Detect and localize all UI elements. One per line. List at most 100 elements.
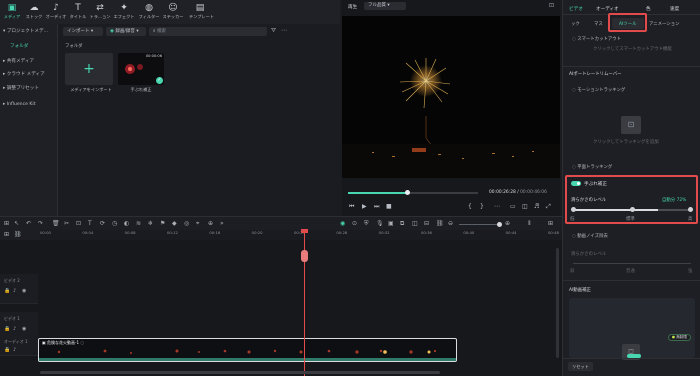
playhead-cap[interactable] [301, 229, 309, 233]
import-media-tile[interactable]: + [65, 53, 113, 85]
more-icon[interactable]: ⋯ [281, 27, 287, 34]
zoom-knob[interactable] [497, 222, 502, 227]
search-input[interactable]: ⌕ 検索 [149, 27, 267, 36]
track-mute-icon[interactable]: ♪ [13, 346, 16, 354]
ai-color-label[interactable]: AI動画補正 [569, 287, 591, 293]
toolbar-audio[interactable]: ♪ オーディオ [45, 2, 67, 22]
fullscreen-icon[interactable]: ⤢ [546, 203, 551, 211]
toolbar-sticker[interactable]: ☺ ステッカー [162, 2, 184, 22]
toggle-off-icon[interactable]: ○ [572, 234, 576, 239]
freeze-icon[interactable]: ❄ [148, 220, 153, 228]
snap-icon[interactable]: ⊙ [352, 220, 357, 228]
record-button[interactable]: ◉ 録画/録音 ▾ [106, 27, 146, 36]
more-options-icon[interactable]: ⋯ [494, 203, 500, 210]
reset-button[interactable]: リセット [568, 362, 593, 371]
step-forward-icon[interactable]: ⏭ [374, 203, 379, 211]
tab-video[interactable]: ビデオ [569, 6, 583, 12]
snapshot-icon[interactable]: ⊡ [549, 2, 554, 9]
toggle-off-icon[interactable]: ○ [572, 165, 576, 170]
timeline-ruler[interactable]: 00:00 00:04 00:08 00:12 00:16 00:20 00:24 00:28… [40, 230, 560, 240]
redo-icon[interactable]: ↷ [38, 220, 43, 228]
play-icon[interactable]: ▶ [362, 203, 367, 210]
toolbar-effect[interactable]: ✦ エフェクト [113, 2, 135, 22]
speed-icon[interactable]: ◷ [112, 220, 117, 228]
tab-color[interactable]: 色 [646, 6, 651, 12]
subtab-basic[interactable]: ック [571, 21, 580, 27]
playback-progress-track[interactable] [348, 190, 478, 195]
color-icon[interactable]: ◐ [124, 220, 129, 228]
toolbar-media[interactable]: ▣ メディア [1, 2, 23, 22]
mark-in-icon[interactable]: { [468, 203, 472, 210]
voiceover-icon[interactable]: ▣ [388, 220, 394, 228]
step-back-icon[interactable]: ⏮ [349, 203, 354, 211]
crop-icon[interactable]: ⊡ [76, 220, 81, 228]
track-lock-icon[interactable]: 🔒 [4, 325, 10, 333]
marker-icon[interactable]: ⚑ [160, 220, 165, 228]
shield-icon[interactable]: ⛨ [364, 220, 369, 228]
timeline-vertical-scrollbar[interactable] [556, 248, 559, 358]
toolbar-filter[interactable]: ◍ フィルター [138, 2, 160, 22]
undo-icon[interactable]: ↶ [26, 220, 31, 228]
track-eye-icon[interactable]: ◉ [22, 325, 26, 333]
denoise-slider[interactable] [573, 263, 691, 264]
monitor-icon[interactable]: ▭ [510, 203, 516, 210]
select-icon[interactable]: ↖ [14, 220, 19, 228]
playhead-handle[interactable] [301, 250, 309, 262]
toolbar-template[interactable]: ▤ テンプレート [189, 2, 214, 22]
player-mode[interactable]: 再生 [348, 4, 357, 10]
stop-icon[interactable]: ■ [386, 203, 392, 210]
cut-icon[interactable]: ✂ [64, 220, 69, 228]
tracking-icon[interactable]: ⌖ [196, 220, 199, 228]
mic-icon[interactable]: 🎙 [376, 220, 384, 228]
toolbar-title[interactable]: T タイトル [67, 2, 89, 22]
track-lock-icon[interactable]: 🔒 [4, 287, 10, 295]
zoom-fit-icon[interactable]: ⊟ [424, 220, 429, 228]
zoom-in-icon[interactable]: ⊕ [505, 220, 510, 228]
add-track-icon[interactable]: ⊞ [4, 231, 9, 239]
sidebar-folder[interactable]: フォルダ [10, 42, 28, 52]
tab-speed[interactable]: 速度 [670, 6, 679, 12]
columns-icon[interactable]: ⫴ [528, 220, 531, 228]
text-icon[interactable]: T [88, 220, 92, 228]
timeline-scrollbar[interactable] [40, 371, 440, 374]
pip-icon[interactable]: ◫ [412, 220, 418, 228]
sidebar-project-media[interactable]: ▾ プロジェクトメデ… [3, 27, 48, 37]
layout-icon[interactable]: ⊞ [4, 220, 9, 228]
split-icon[interactable]: ⧉ [400, 220, 404, 228]
timeline-video-clip[interactable]: ▣ 危険な花火動画-1 ◌ [38, 338, 457, 362]
playback-progress-knob[interactable] [404, 190, 410, 195]
sidebar-item-cloud[interactable]: ▸ クラウド メディア [3, 70, 45, 80]
import-button[interactable]: インポート ▾ [63, 27, 103, 36]
sidebar-item-influence[interactable]: ▸ Influence Kit [3, 100, 36, 110]
camera-icon[interactable]: ◫ [522, 203, 528, 210]
media-clip-thumbnail[interactable]: 00:00:06 ✓ [118, 53, 164, 85]
track-eye-icon[interactable]: ◉ [22, 287, 26, 295]
mark-out-icon[interactable]: } [480, 203, 484, 210]
playhead[interactable] [301, 229, 309, 376]
subtab-mask[interactable]: マス [594, 21, 603, 27]
keyframe-icon[interactable]: ◆ [172, 220, 177, 228]
tab-audio[interactable]: オーディオ [596, 6, 619, 12]
toggle-off-icon[interactable]: ○ [572, 37, 576, 42]
link-track-icon[interactable]: ⛓ [14, 231, 22, 239]
render-icon[interactable]: ◉ [340, 220, 345, 228]
sidebar-item-shared[interactable]: ▸ 共有メディア [3, 57, 34, 67]
mask-icon[interactable]: ◎ [184, 220, 189, 228]
rotate-icon[interactable]: ⟳ [100, 220, 105, 228]
link-icon[interactable]: ⛓ [436, 220, 444, 228]
delete-icon[interactable]: 🗑 [52, 220, 60, 228]
toggle-off-icon[interactable]: ○ [572, 88, 576, 93]
grid-icon[interactable]: ⊞ [548, 220, 553, 228]
audio-wave-icon[interactable]: ≋ [136, 220, 141, 228]
volume-icon[interactable]: ♬ [534, 203, 539, 210]
subtab-animation[interactable]: アニメーション [649, 21, 680, 27]
toolbar-stock[interactable]: ☁ ストック [23, 2, 45, 22]
zoom-out-icon[interactable]: ⊖ [448, 220, 453, 228]
quality-select[interactable]: フル品質 ▾ [364, 2, 406, 10]
track-volume-icon[interactable]: ♪ [13, 325, 16, 333]
zoom-slider[interactable] [459, 222, 502, 227]
sidebar-item-presets[interactable]: ▸ 調整プリセット [3, 84, 39, 94]
toolbar-transition[interactable]: ⇄ トラ…ョン [89, 2, 111, 22]
track-volume-icon[interactable]: ♪ [13, 287, 16, 295]
track-lock-icon[interactable]: 🔒 [4, 346, 10, 354]
